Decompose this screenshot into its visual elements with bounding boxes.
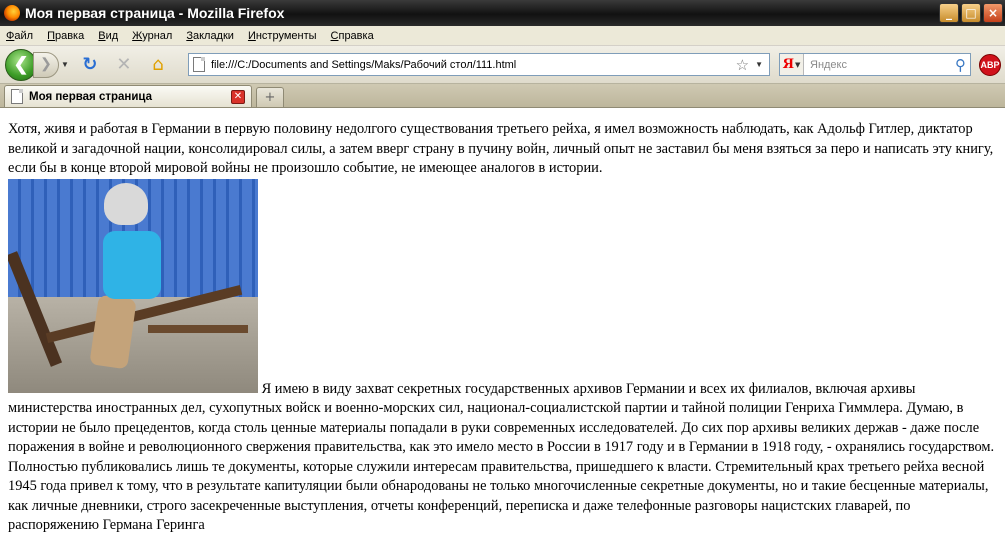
- paragraph: Хотя, живя и работая в Германии в первую…: [8, 120, 997, 536]
- window-title: Моя первая страница - Mozilla Firefox: [25, 5, 285, 21]
- window-controls: _ □ ×: [939, 3, 1003, 23]
- search-bar[interactable]: Я ▼ Яндекс ⚲: [779, 53, 971, 76]
- close-button[interactable]: ×: [983, 3, 1003, 23]
- menu-view[interactable]: Вид: [98, 30, 118, 42]
- paragraph-2: Я имею в виду захват секретных государст…: [8, 380, 995, 534]
- search-input[interactable]: Яндекс: [804, 59, 955, 71]
- url-input[interactable]: file:///C:/Documents and Settings/Maks/Р…: [211, 59, 736, 71]
- paragraph-1: Хотя, живя и работая в Германии в первую…: [8, 121, 994, 176]
- menu-help[interactable]: Справка: [331, 30, 374, 42]
- url-dropdown-icon[interactable]: ▼: [755, 60, 763, 69]
- new-tab-button[interactable]: +: [256, 87, 284, 107]
- reload-icon: ↻: [82, 54, 98, 75]
- search-engine-button[interactable]: Я ▼: [780, 54, 804, 75]
- history-dropdown-icon[interactable]: ▼: [61, 60, 69, 69]
- adblock-button[interactable]: ABP: [979, 54, 1001, 76]
- tab-close-button[interactable]: ✕: [231, 89, 245, 104]
- url-bar[interactable]: file:///C:/Documents and Settings/Maks/Р…: [188, 53, 770, 76]
- bookmark-star-icon[interactable]: ☆: [736, 56, 749, 74]
- firefox-logo-icon: [4, 5, 20, 21]
- page-icon: [193, 57, 205, 72]
- menu-edit[interactable]: Правка: [47, 30, 84, 42]
- minimize-button[interactable]: _: [939, 3, 959, 23]
- home-icon: ⌂: [152, 54, 164, 75]
- back-arrow-icon: ❮: [13, 54, 29, 74]
- menu-file[interactable]: Файл: [6, 30, 33, 42]
- reload-button[interactable]: ↻: [78, 53, 102, 77]
- plus-icon: +: [264, 90, 276, 105]
- menu-history[interactable]: Журнал: [132, 30, 172, 42]
- tab-label: Моя первая страница: [29, 90, 153, 103]
- navigation-toolbar: ❮ ❯ ▼ ↻ ✕ ⌂ file:///C:/Documents and Set…: [0, 46, 1005, 84]
- photo-image: [8, 178, 258, 393]
- menu-tools[interactable]: Инструменты: [248, 30, 317, 42]
- maximize-button[interactable]: □: [961, 3, 981, 23]
- forward-button[interactable]: ❯: [33, 51, 59, 78]
- home-button[interactable]: ⌂: [146, 53, 170, 77]
- title-bar: Моя первая страница - Mozilla Firefox _ …: [0, 0, 1005, 26]
- stop-icon: ✕: [116, 54, 132, 75]
- engine-dropdown-icon: ▼: [795, 60, 801, 69]
- menu-bar: Файл Правка Вид Журнал Закладки Инструме…: [0, 26, 1005, 46]
- search-icon[interactable]: ⚲: [955, 56, 966, 74]
- tab-page-icon: [11, 89, 23, 104]
- tab-active[interactable]: Моя первая страница ✕: [4, 85, 252, 107]
- forward-arrow-icon: ❯: [40, 57, 52, 72]
- page-content: Хотя, живя и работая в Германии в первую…: [0, 118, 1005, 548]
- tab-bar: Моя первая страница ✕ +: [0, 84, 1005, 108]
- close-icon: ✕: [233, 91, 243, 102]
- stop-button[interactable]: ✕: [112, 53, 136, 77]
- menu-bookmarks[interactable]: Закладки: [186, 30, 234, 42]
- yandex-icon: Я: [782, 57, 795, 72]
